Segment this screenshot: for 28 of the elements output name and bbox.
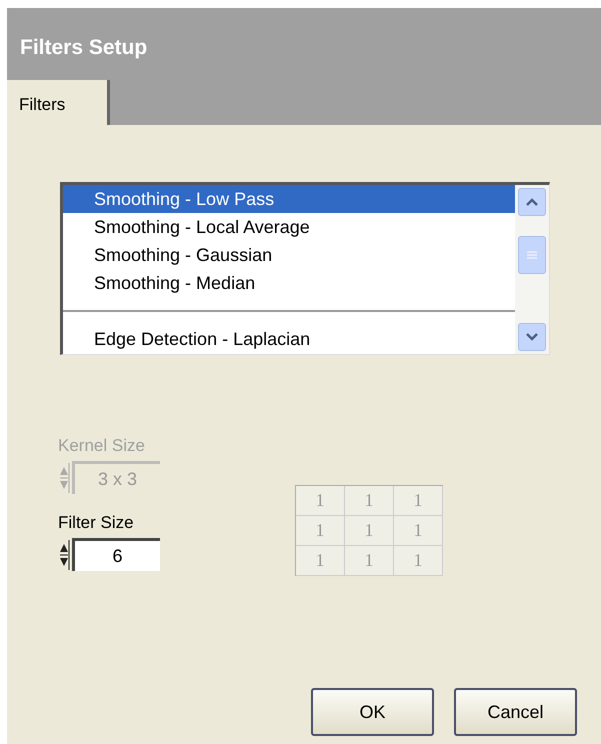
grip-icon [526, 250, 538, 260]
list-item[interactable]: Smoothing - Gaussian [63, 241, 515, 269]
kernel-cell: 1 [345, 486, 394, 516]
dialog-button[interactable]: OK [311, 688, 434, 736]
kernel-cell: 1 [296, 516, 345, 546]
list-item[interactable]: Smoothing - Low Pass [63, 185, 515, 213]
field-label: Filter Size [58, 512, 135, 534]
scroll-thumb[interactable] [518, 236, 546, 274]
kernel-cell: 1 [296, 486, 345, 516]
scroll-up-button[interactable] [518, 188, 546, 216]
list-item[interactable]: Smoothing - Local Average [63, 213, 515, 241]
kernel-cell: 1 [394, 486, 443, 516]
field-label: Kernel Size [58, 435, 146, 457]
list-item[interactable]: Smoothing - Median [63, 269, 515, 297]
kernel-cell: 1 [345, 516, 394, 546]
kernel-cell: 1 [345, 546, 394, 576]
kernel-cell: 1 [296, 546, 345, 576]
filter-list[interactable]: Smoothing - Low Pass Smoothing - Local Average Smoothing - Gaussian Smoothing - Median Edge Detection - Laplacian [60, 182, 550, 355]
scrollbar[interactable] [515, 185, 549, 354]
window-title: Filters Setup [19, 35, 148, 61]
spin-arrows-icon[interactable] [58, 540, 70, 570]
spin-field[interactable]: 6 [72, 538, 160, 571]
kernel-cell: 1 [394, 546, 443, 576]
kernel-cell: 1 [394, 516, 443, 546]
list-item[interactable]: Edge Detection - Laplacian [63, 325, 515, 353]
scroll-down-button[interactable] [518, 323, 546, 351]
dialog-button[interactable]: Cancel [454, 688, 577, 736]
tab[interactable]: Filters [7, 80, 110, 125]
